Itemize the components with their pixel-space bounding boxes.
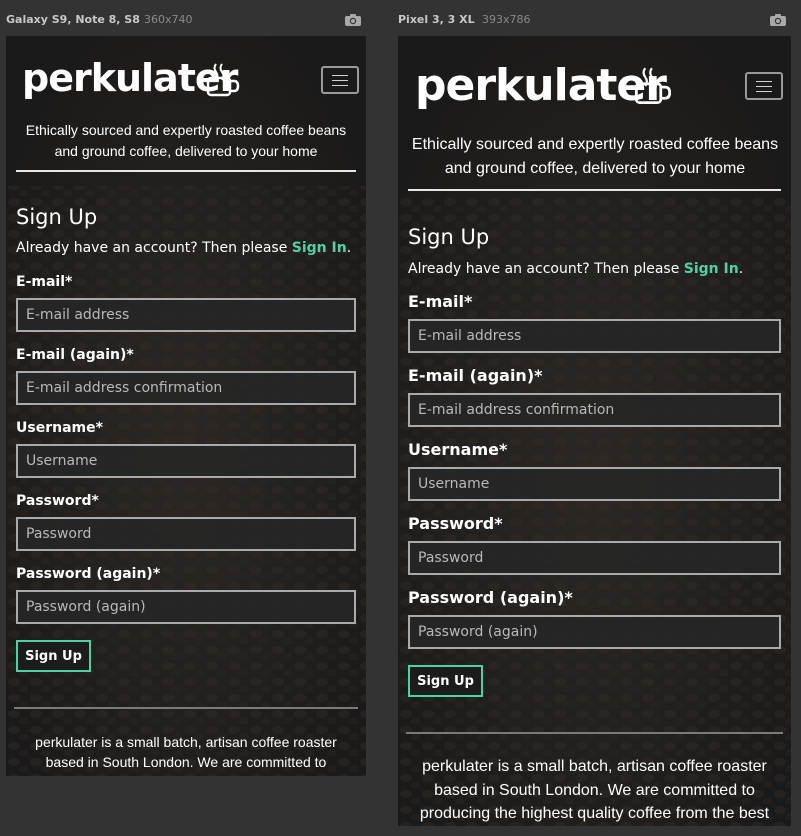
footer-about-text: perkulater is a small batch, artisan cof… [35,734,337,776]
device-header: Galaxy S9, Note 8, S8 360x740 [6,8,366,28]
password-input[interactable] [408,541,781,575]
email-input[interactable] [16,298,356,332]
email-confirm-input[interactable] [408,393,781,427]
device-header: Pixel 3, 3 XL 393x786 [398,8,791,28]
tagline: Ethically sourced and expertly roasted c… [411,136,779,177]
device-screen: perkulater Ethically sourced and expertl… [398,36,791,826]
navbar-toggler[interactable] [745,72,783,100]
username-input[interactable] [16,444,356,478]
sign-up-button[interactable]: Sign Up [408,665,483,697]
coffee-cup-icon [634,67,672,105]
header-divider [16,170,356,172]
page-title: Sign Up [408,225,490,249]
password-confirm-input[interactable] [408,615,781,649]
email-label: E-mail* [408,292,473,311]
device-dimensions: 360x740 [144,13,193,26]
header-divider [408,189,781,191]
signin-prompt: Already have an account? Then please Sig… [16,240,352,256]
navbar-toggler[interactable] [321,66,359,94]
camera-icon[interactable] [769,12,787,28]
email-again-label: E-mail (again)* [16,347,134,363]
site-logo[interactable]: perkulater [415,59,667,113]
signin-prompt: Already have an account? Then please Sig… [408,261,744,277]
password-label: Password* [408,514,503,533]
password-input[interactable] [16,517,356,551]
email-input[interactable] [408,319,781,353]
password-confirm-input[interactable] [16,590,356,624]
page-title: Sign Up [16,205,98,229]
device-galaxy-s9: Galaxy S9, Note 8, S8 360x740 perkulater… [6,8,366,778]
tagline: Ethically sourced and expertly roasted c… [25,122,347,159]
hamburger-menu-icon [332,75,348,76]
username-label: Username* [16,420,103,436]
email-confirm-input[interactable] [16,371,356,405]
email-label: E-mail* [16,274,73,290]
footer-divider [14,707,358,709]
camera-icon[interactable] [344,12,362,28]
password-again-label: Password (again)* [408,588,573,607]
password-again-label: Password (again)* [16,566,161,582]
hamburger-menu-icon [756,81,772,82]
device-screen: perkulater Ethically sourced and expertl… [6,36,366,776]
logo-text: perkulater [415,60,667,111]
email-again-label: E-mail (again)* [408,366,543,385]
device-pixel-3: Pixel 3, 3 XL 393x786 perkulater Ethical… [398,8,791,828]
device-name: Pixel 3, 3 XL [398,13,475,26]
username-label: Username* [408,440,508,459]
sign-up-button[interactable]: Sign Up [16,640,91,672]
username-input[interactable] [408,467,781,501]
password-label: Password* [16,493,99,509]
sign-in-link[interactable]: Sign In [684,261,739,277]
coffee-cup-icon [206,63,240,97]
device-dimensions: 393x786 [482,13,531,26]
sign-in-link[interactable]: Sign In [292,240,347,256]
footer-about-text: perkulater is a small batch, artisan cof… [419,758,770,822]
device-name: Galaxy S9, Note 8, S8 [6,13,140,26]
footer-divider [406,732,783,734]
